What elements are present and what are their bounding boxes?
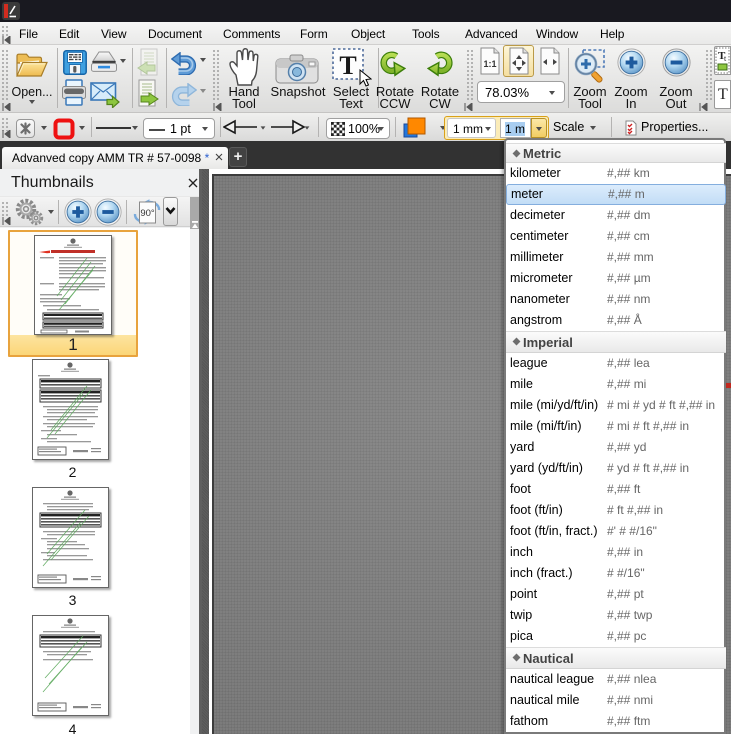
svg-text:90°: 90° [140,208,155,219]
svg-text:T: T [339,51,356,80]
svg-text:T: T [718,86,728,103]
svg-text:1:1: 1:1 [483,59,496,69]
svg-text:t: t [724,54,727,63]
